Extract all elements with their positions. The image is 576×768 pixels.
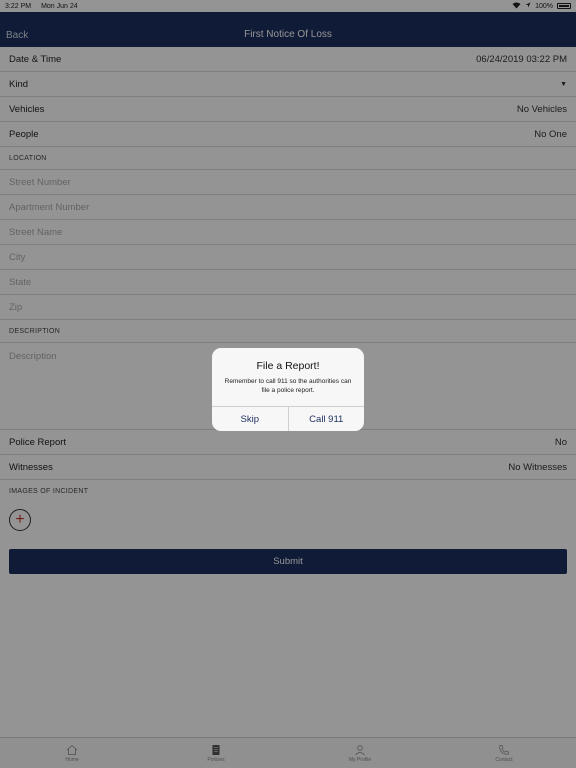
alert-buttons: Skip Call 911 xyxy=(212,406,364,431)
call-911-button[interactable]: Call 911 xyxy=(287,407,365,431)
alert-title: File a Report! xyxy=(256,360,320,372)
skip-button[interactable]: Skip xyxy=(212,407,288,431)
file-report-alert: File a Report! Remember to call 911 so t… xyxy=(212,348,364,431)
alert-message: Remember to call 911 so the authorities … xyxy=(224,378,352,394)
